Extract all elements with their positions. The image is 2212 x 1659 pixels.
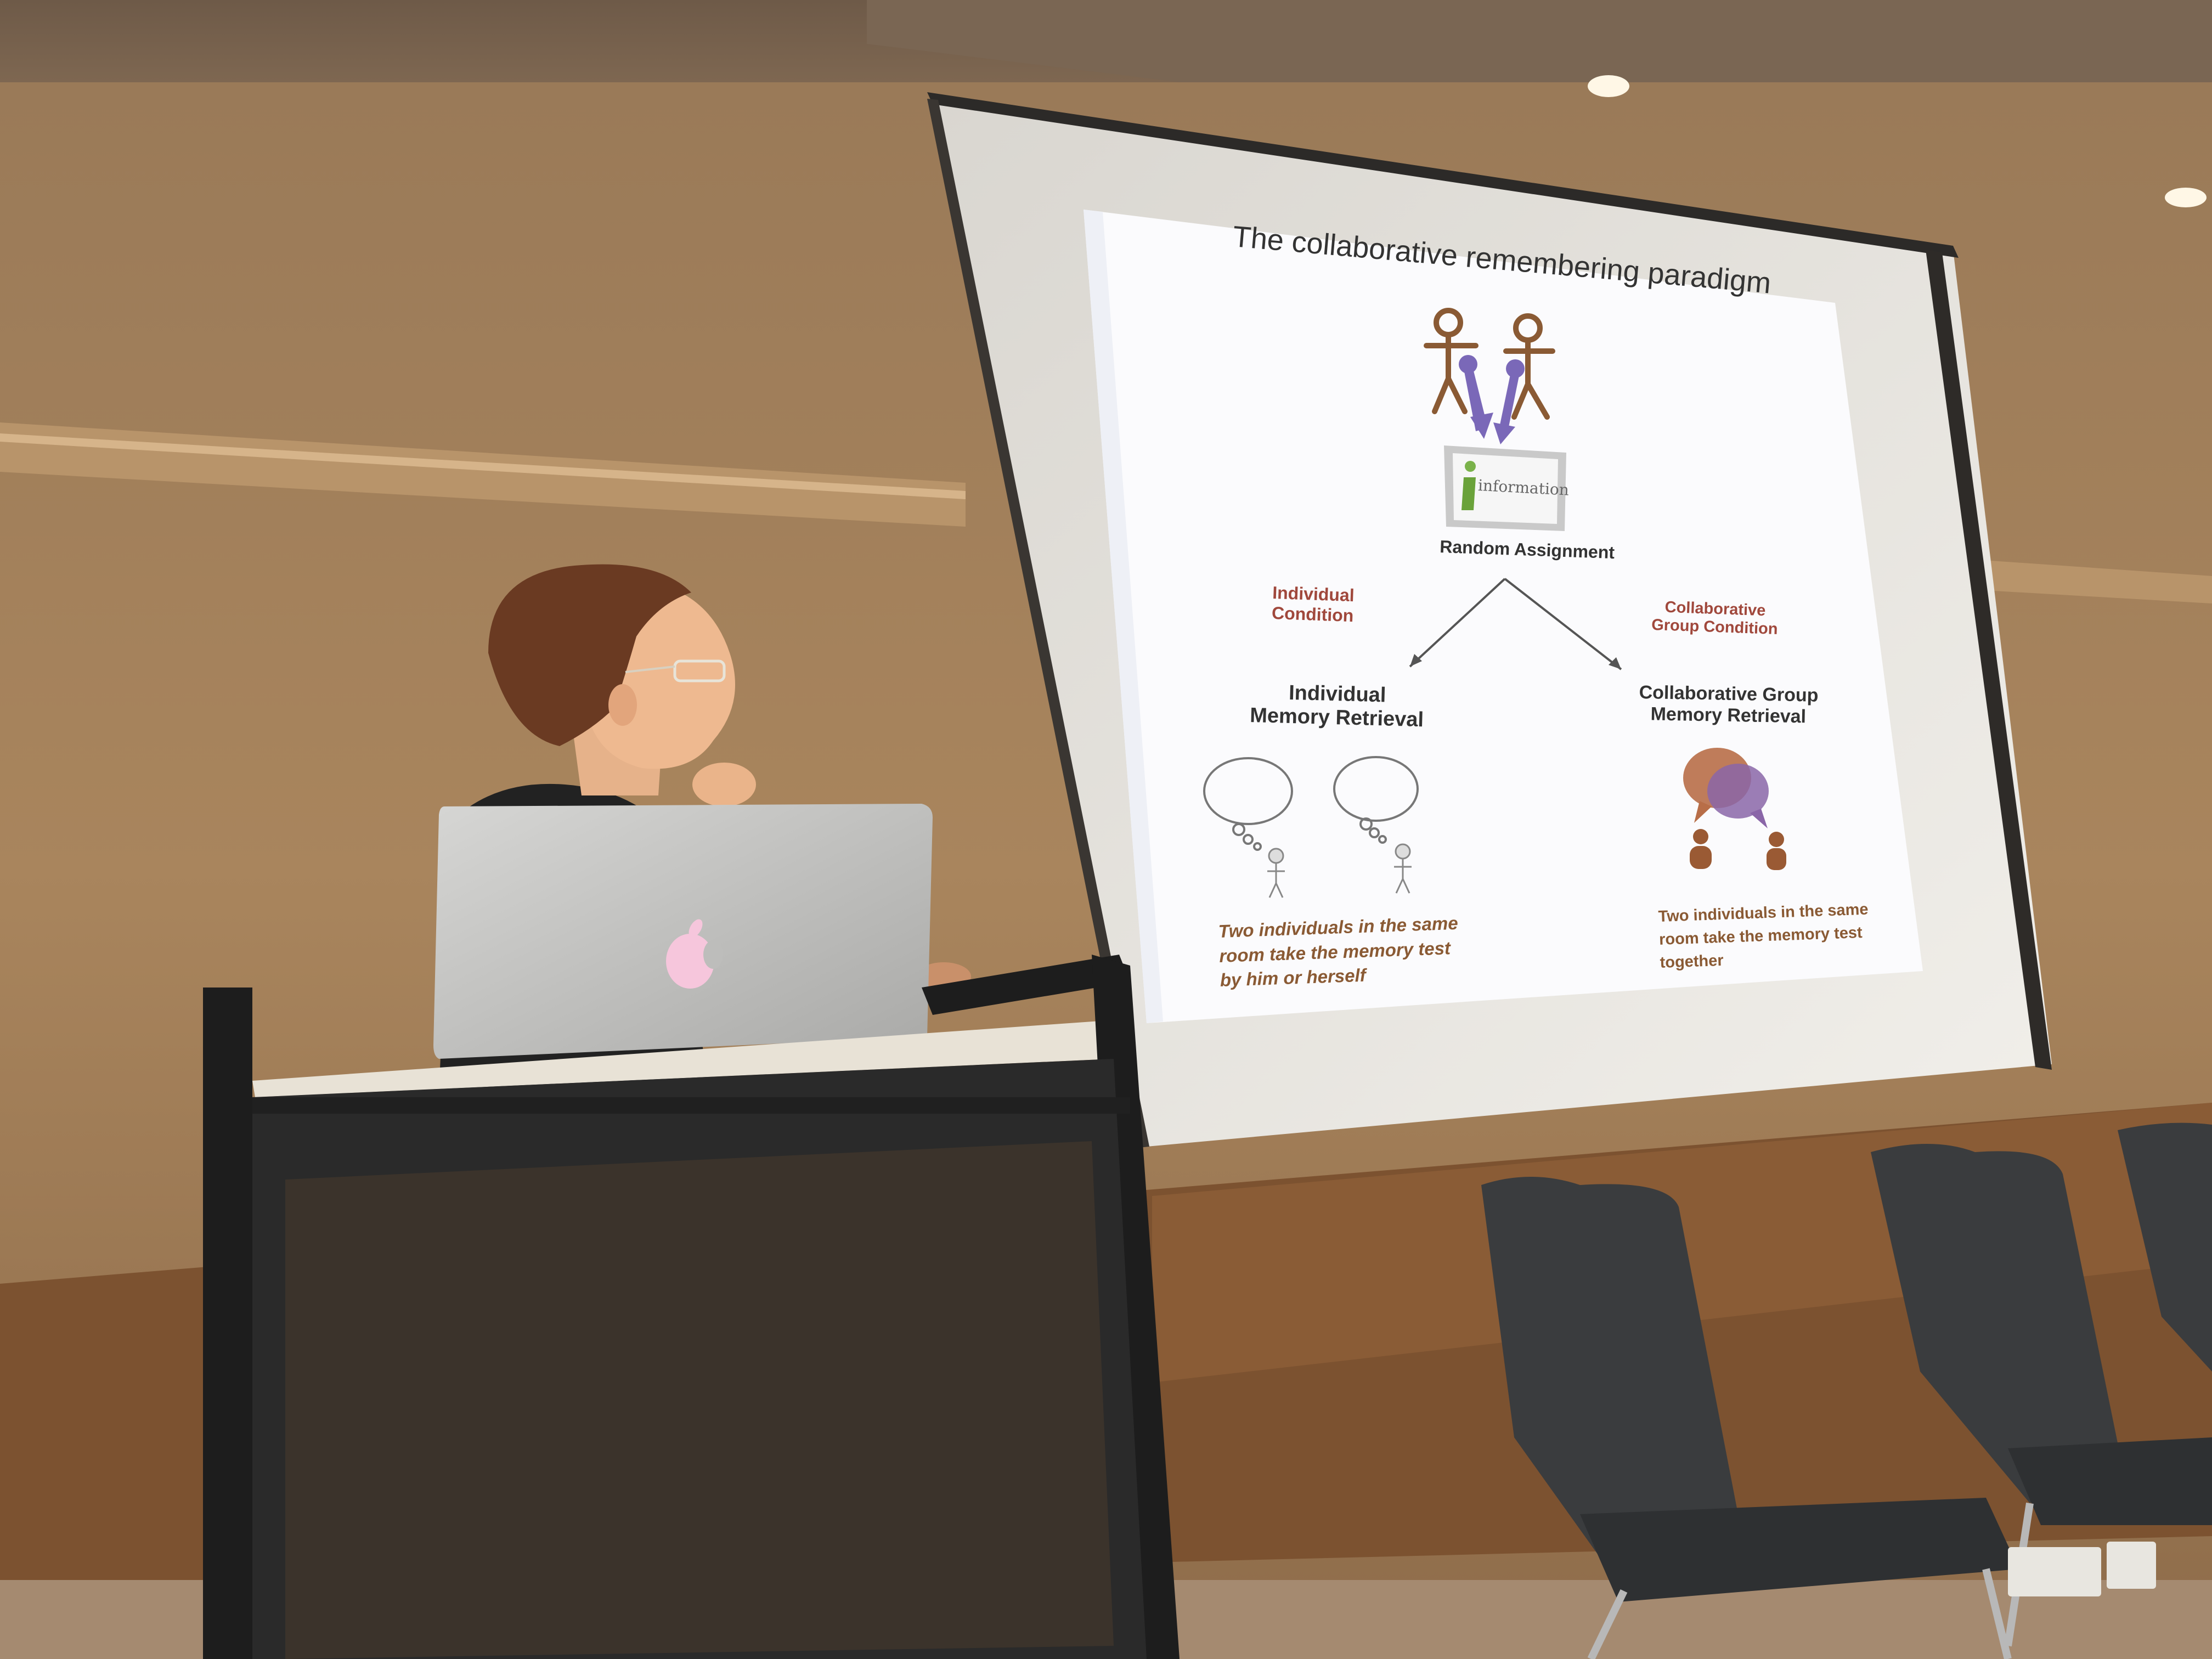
person-icon [1767,832,1786,870]
group-retrieval-label: Collaborative Group Memory Retrieval [1639,682,1819,728]
power-outlets [2008,1542,2156,1596]
group-caption: Two individuals in the same room take th… [1658,898,1870,974]
group-condition-label: Collaborative Group Condition [1651,598,1779,639]
individual-condition-line1: Individual [1272,583,1355,606]
group-retrieval-line2: Memory Retrieval [1650,703,1807,727]
ceiling-light [1588,75,1629,97]
individual-condition-line2: Condition [1271,602,1354,626]
individual-retrieval-label: Individual Memory Retrieval [1250,680,1425,732]
individual-condition-label: Individual Condition [1271,583,1355,626]
ceiling-light [2165,188,2207,207]
room-scene [0,0,2212,1659]
individual-caption: Two individuals in the same room take th… [1218,911,1460,993]
group-retrieval-line1: Collaborative Group [1639,682,1819,706]
individual-retrieval-line2: Memory Retrieval [1249,703,1424,732]
laptop [433,804,933,1059]
